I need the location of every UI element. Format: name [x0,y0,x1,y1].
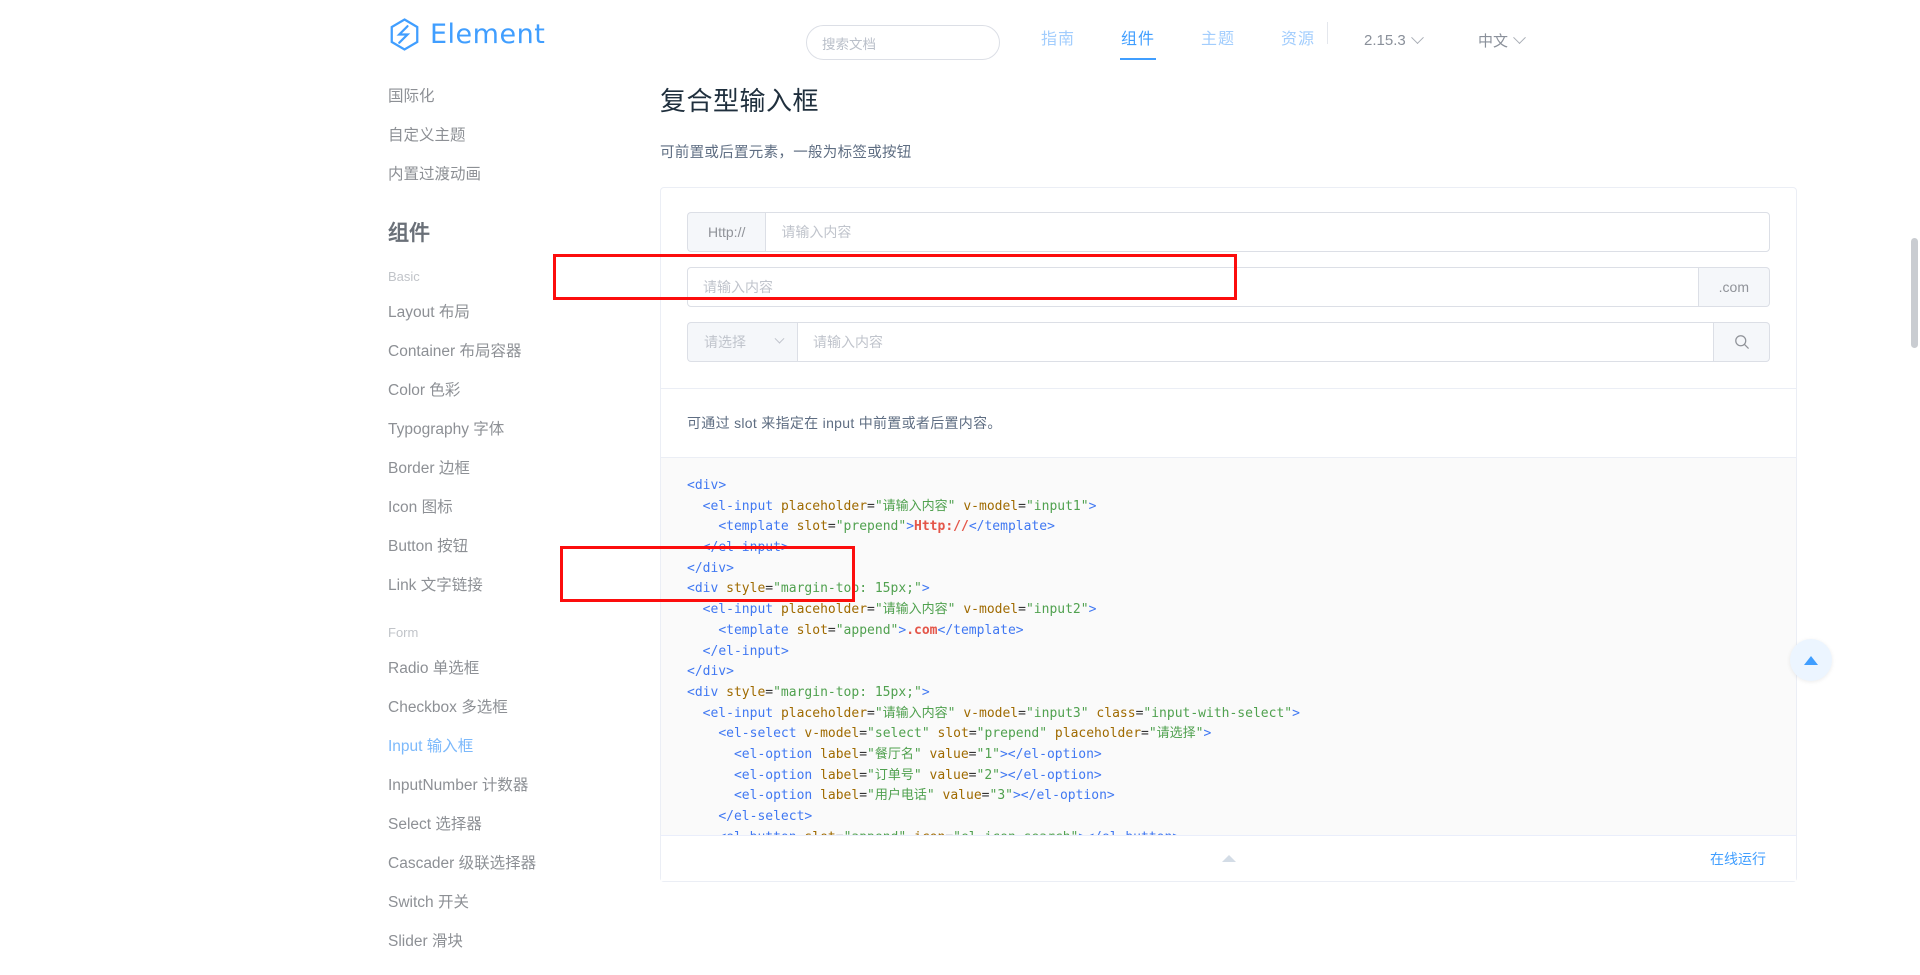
page-scrollbar[interactable] [1911,238,1918,348]
sidebar-item-switch[interactable]: Switch 开关 [388,883,540,922]
page-title: 复合型输入框 [660,86,1797,117]
input-group-append-com: 请输入内容 .com [687,267,1770,307]
search-button[interactable] [1714,322,1770,362]
back-to-top-button[interactable] [1790,639,1832,681]
demo-description: 可通过 slot 来指定在 input 中前置或者后置内容。 [661,388,1796,457]
language-selector[interactable]: 中文 [1478,0,1524,80]
input-prepend-label: Http:// [687,212,765,252]
input-field-3[interactable]: 请输入内容 [797,322,1714,362]
sidebar-item-color[interactable]: Color 色彩 [388,371,540,410]
sidebar-item-icon[interactable]: Icon 图标 [388,488,540,527]
code-block: <div> <el-input placeholder="请输入内容" v-mo… [661,457,1796,881]
select-placeholder: 请选择 [704,332,746,352]
input-group-prepend-http: Http:// 请输入内容 [687,212,1770,252]
element-logo-icon [388,18,421,51]
input-field-1[interactable]: 请输入内容 [765,212,1770,252]
input-placeholder-3: 请输入内容 [813,332,883,352]
sidebar-item-cascader[interactable]: Cascader 级联选择器 [388,844,540,883]
page-description: 可前置或后置元素，一般为标签或按钮 [660,143,1797,165]
sidebar-item-inputnumber[interactable]: InputNumber 计数器 [388,766,540,805]
sidebar-item-button[interactable]: Button 按钮 [388,527,540,566]
sidebar-item-custom-theme[interactable]: 自定义主题 [388,116,540,155]
version-selector[interactable]: 2.15.3 [1364,0,1422,80]
sidebar-item-border[interactable]: Border 边框 [388,449,540,488]
sidebar-item-input[interactable]: Input 输入框 [388,727,540,766]
chevron-down-icon [775,334,785,344]
arrow-up-icon [1804,656,1818,665]
input-placeholder-1: 请输入内容 [781,222,851,242]
sidebar-item-select[interactable]: Select 选择器 [388,805,540,844]
language-label: 中文 [1478,30,1508,51]
main-nav: 指南 组件 主题 资源 [1018,0,1338,80]
sidebar-item-slider[interactable]: Slider 滑块 [388,922,540,961]
brand-logo[interactable]: Element [388,18,545,51]
code-footer: 在线运行 [661,835,1796,881]
search-placeholder: 搜索文档 [822,33,876,53]
sidebar-group-form: Form [388,619,540,647]
sidebar: 国际化 自定义主题 内置过渡动画 组件 Basic Layout 布局 Cont… [0,55,540,975]
header-divider [1327,22,1328,44]
brand-name: Element [430,21,545,48]
sidebar-item-typography[interactable]: Typography 字体 [388,410,540,449]
sidebar-item-layout[interactable]: Layout 布局 [388,293,540,332]
demo-preview: Http:// 请输入内容 请输入内容 .com 请选择 [661,188,1796,388]
sidebar-item-checkbox[interactable]: Checkbox 多选框 [388,688,540,727]
nav-item-guide[interactable]: 指南 [1018,0,1098,80]
demo-card: Http:// 请输入内容 请输入内容 .com 请选择 [660,187,1797,882]
code-snippet: <div> <el-input placeholder="请输入内容" v-mo… [661,476,1796,869]
main-content: 复合型输入框 可前置或后置元素，一般为标签或按钮 Http:// 请输入内容 请… [540,0,1920,975]
sidebar-item-link[interactable]: Link 文字链接 [388,566,540,605]
sidebar-group-basic: Basic [388,263,540,291]
sidebar-item-transition[interactable]: 内置过渡动画 [388,155,540,194]
run-online-link[interactable]: 在线运行 [1710,849,1766,869]
site-header: Element 搜索文档 指南 组件 主题 资源 2.15.3 中文 [0,0,1920,80]
sidebar-item-radio[interactable]: Radio 单选框 [388,649,540,688]
sidebar-heading-components: 组件 [388,219,540,249]
input-append-label: .com [1699,267,1770,307]
search-icon [1734,334,1750,350]
sidebar-item-container[interactable]: Container 布局容器 [388,332,540,371]
nav-item-theme[interactable]: 主题 [1178,0,1258,80]
input-group-with-select: 请选择 请输入内容 [687,322,1770,362]
chevron-down-icon [1513,31,1526,44]
collapse-code-icon[interactable] [1222,855,1236,862]
version-label: 2.15.3 [1364,32,1406,49]
nav-item-components[interactable]: 组件 [1098,0,1178,80]
input-placeholder-2: 请输入内容 [703,277,773,297]
search-input[interactable]: 搜索文档 [806,25,1000,60]
input-field-2[interactable]: 请输入内容 [687,267,1699,307]
chevron-down-icon [1411,31,1424,44]
sidebar-item-i18n[interactable]: 国际化 [388,77,540,116]
select-prepend[interactable]: 请选择 [687,322,797,362]
